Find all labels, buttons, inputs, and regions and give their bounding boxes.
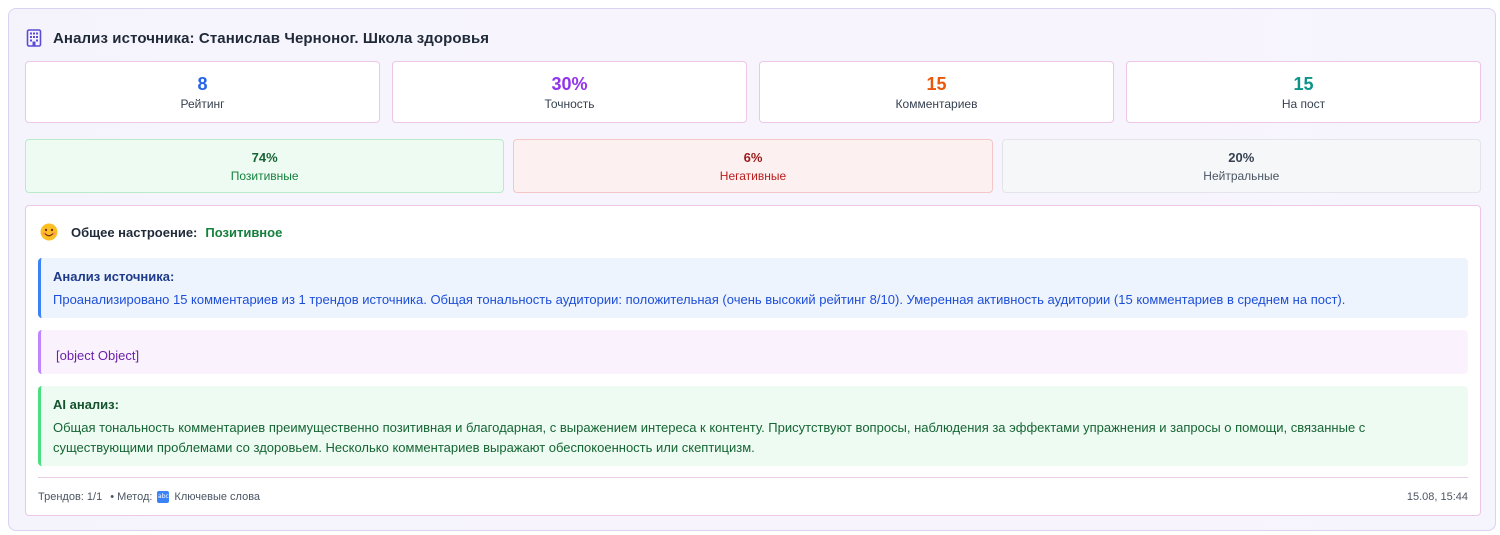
mood-value: Позитивное	[205, 224, 283, 240]
sentiment-positive-label: Позитивные	[230, 168, 299, 183]
source-analysis-block: Анализ источника: Проанализировано 15 ко…	[38, 258, 1468, 318]
stat-per-post: 15 На пост	[1126, 61, 1481, 123]
analysis-card: Общее настроение: Позитивное Анализ исто…	[25, 205, 1481, 516]
method-label: • Метод:	[110, 491, 153, 503]
ai-analysis-block: AI анализ: Общая тональность комментарие…	[38, 386, 1468, 466]
sentiment-negative-value: 6%	[743, 149, 763, 165]
source-analysis-title: Анализ источника:	[53, 269, 175, 284]
stat-comments: 15 Комментариев	[759, 61, 1114, 123]
timestamp: 15.08, 15:44	[1406, 491, 1468, 503]
stats-row: 8 Рейтинг 30% Точность 15 Комментариев 1…	[25, 61, 1481, 123]
sentiment-negative: 6% Негативные	[513, 139, 993, 193]
stat-rating: 8 Рейтинг	[25, 61, 380, 123]
panel-header: Анализ источника: Станислав Черноног. Шк…	[26, 29, 489, 47]
source-analysis-text: Проанализировано 15 комментариев из 1 тр…	[53, 292, 1346, 307]
smiling-face-icon	[40, 223, 58, 241]
method-value: Ключевые слова	[174, 491, 261, 503]
object-block-text: [object Object]	[56, 348, 140, 363]
ai-analysis-title: AI анализ:	[53, 397, 119, 412]
sentiment-neutral-label: Нейтральные	[1203, 168, 1280, 183]
stat-comments-value: 15	[926, 74, 947, 94]
stat-rating-value: 8	[197, 74, 208, 94]
trends-count: Трендов: 1/1	[38, 491, 103, 503]
overall-mood: Общее настроение: Позитивное	[40, 223, 282, 241]
stat-rating-label: Рейтинг	[180, 97, 225, 111]
sentiment-neutral-value: 20%	[1228, 149, 1255, 165]
ai-analysis-text: Общая тональность комментариев преимущес…	[53, 420, 1366, 455]
stat-per-post-value: 15	[1293, 74, 1314, 94]
panel-title: Анализ источника: Станислав Черноног. Шк…	[53, 29, 490, 47]
building-icon	[26, 29, 42, 47]
sentiment-positive: 74% Позитивные	[25, 139, 505, 193]
stat-accuracy-value: 30%	[551, 74, 588, 94]
stat-per-post-label: На пост	[1281, 97, 1326, 111]
sentiment-neutral: 20% Нейтральные	[1001, 139, 1481, 193]
sentiment-negative-label: Негативные	[719, 168, 787, 183]
abc-icon: abc	[157, 491, 170, 503]
card-footer: Трендов: 1/1 • Метод: abc Ключевые слова…	[38, 489, 1468, 505]
mood-label: Общее настроение:	[71, 224, 198, 240]
stat-comments-label: Комментариев	[895, 97, 978, 111]
sentiment-positive-value: 74%	[251, 149, 278, 165]
footer-divider	[38, 477, 1468, 478]
object-block: [object Object]	[38, 330, 1468, 374]
stat-accuracy-label: Точность	[544, 97, 595, 111]
sentiment-row: 74% Позитивные 6% Негативные 20% Нейтрал…	[25, 139, 1481, 193]
source-analysis-panel: Анализ источника: Станислав Черноног. Шк…	[8, 8, 1496, 531]
stat-accuracy: 30% Точность	[392, 61, 747, 123]
